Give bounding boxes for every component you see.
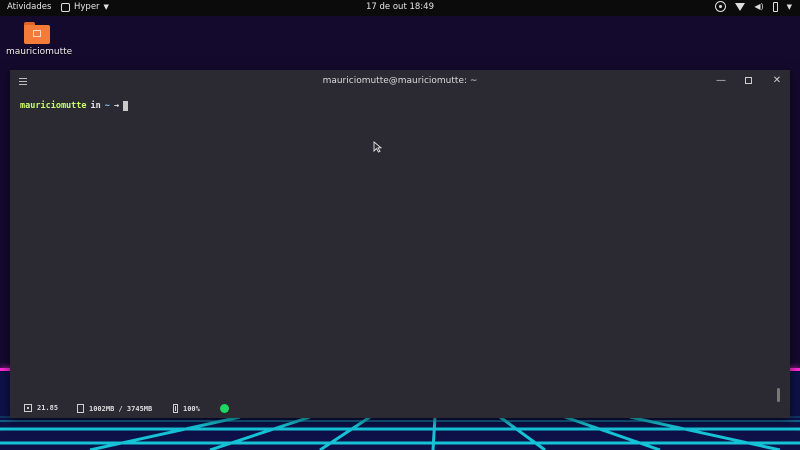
spotify-status[interactable] xyxy=(220,404,229,413)
prompt-arrow-icon: → xyxy=(113,101,120,111)
spotify-icon[interactable] xyxy=(220,404,229,413)
hyper-status-line: 21.85 1002MB / 3745MB 100% xyxy=(10,401,790,417)
obs-icon[interactable] xyxy=(715,1,727,12)
desktop-icon-label: mauriciomutte xyxy=(6,47,73,57)
memory-icon xyxy=(77,404,84,413)
wifi-icon xyxy=(735,2,746,11)
battery-icon xyxy=(772,1,778,12)
shell-prompt[interactable]: mauriciomutte in ~ → xyxy=(20,101,129,111)
volume-icon: ◀) xyxy=(754,2,764,11)
clock[interactable]: 17 de out 18:49 xyxy=(0,2,800,12)
window-title: mauriciomutte@mauriciomutte: ~ xyxy=(322,76,478,86)
home-folder-icon xyxy=(24,22,50,44)
hyper-terminal-window[interactable]: mauriciomutte@mauriciomutte: ~ — ✕ mauri… xyxy=(10,70,790,418)
window-titlebar[interactable]: mauriciomutte@mauriciomutte: ~ — ✕ xyxy=(10,70,790,94)
prompt-user: mauriciomutte xyxy=(20,101,87,111)
battery-status: 100% xyxy=(173,404,200,413)
prompt-in: in xyxy=(90,101,101,111)
minimize-icon[interactable]: — xyxy=(715,75,727,87)
memory-value: 1002MB / 3745MB xyxy=(89,404,153,413)
memory-status: 1002MB / 3745MB xyxy=(77,404,152,413)
battery-status-icon xyxy=(173,404,178,413)
cpu-icon xyxy=(24,404,32,412)
maximize-icon[interactable] xyxy=(743,75,755,87)
close-icon[interactable]: ✕ xyxy=(771,75,783,87)
cpu-value: 21.85 xyxy=(37,404,59,412)
top-panel: Atividades Hyper ▼ 17 de out 18:49 ◀) ▼ xyxy=(0,0,800,16)
cpu-status: 21.85 xyxy=(24,404,58,412)
mouse-pointer-icon xyxy=(373,141,382,153)
prompt-cwd: ~ xyxy=(104,101,110,111)
terminal-scrollbar[interactable] xyxy=(777,388,780,402)
desktop-home-folder[interactable]: mauriciomutte xyxy=(6,22,73,57)
system-tray[interactable]: ◀) ▼ xyxy=(715,1,792,12)
text-cursor xyxy=(123,101,129,111)
system-menu-chevron-icon[interactable]: ▼ xyxy=(787,3,792,11)
battery-value: 100% xyxy=(183,404,200,413)
